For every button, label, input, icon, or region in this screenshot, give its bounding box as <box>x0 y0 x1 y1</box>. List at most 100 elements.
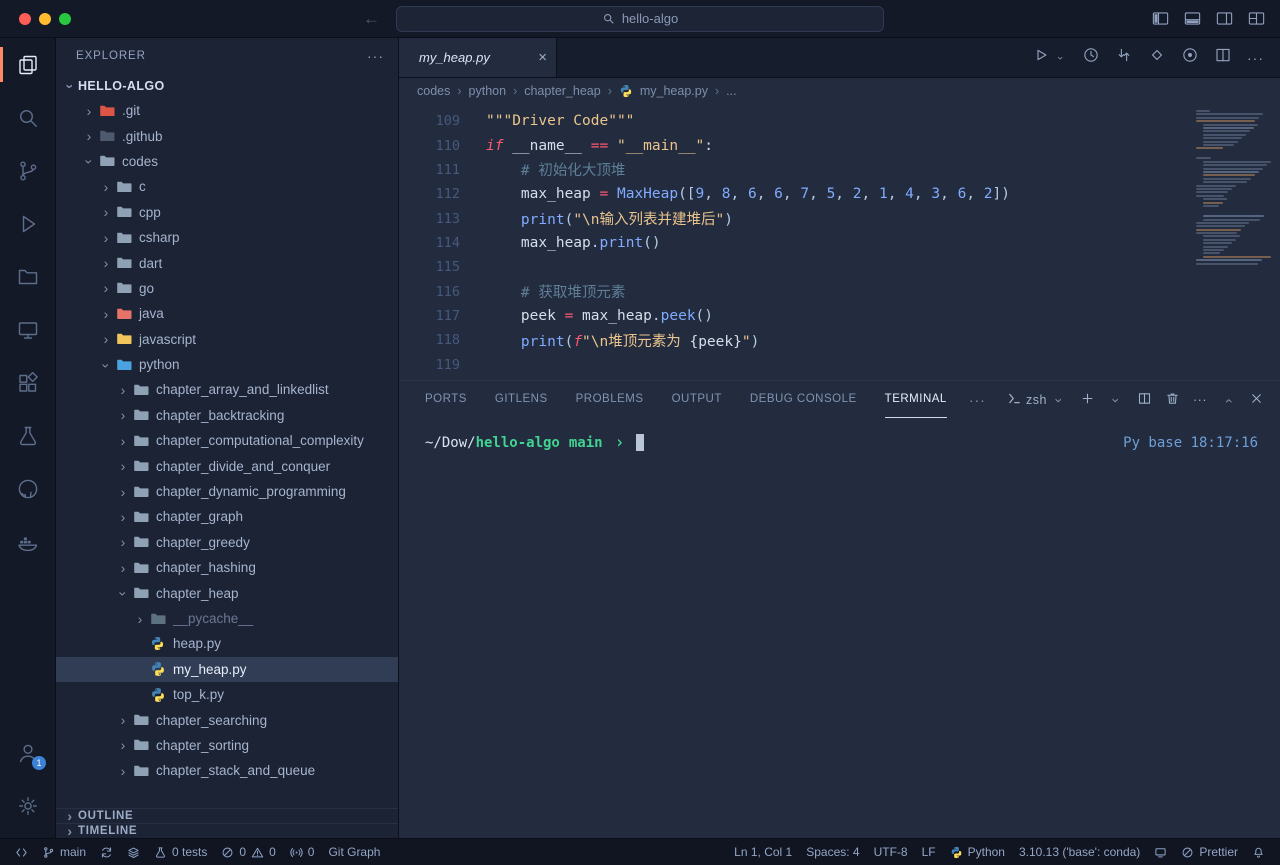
minimap[interactable] <box>1194 110 1268 266</box>
git-graph[interactable]: Git Graph <box>321 839 387 865</box>
code-line-119[interactable]: 119 <box>399 352 1280 376</box>
line-number[interactable]: 113 <box>399 211 460 227</box>
tree-item-javascript[interactable]: ›javascript <box>56 327 398 352</box>
activity-search-button[interactable] <box>0 91 56 144</box>
close-panel-button[interactable] <box>1249 391 1264 409</box>
new-terminal-button[interactable] <box>1080 391 1095 409</box>
tree-item-chapter_greedy[interactable]: ›chapter_greedy <box>56 530 398 555</box>
encoding[interactable]: UTF-8 <box>867 839 915 865</box>
notifications-bell[interactable] <box>1245 839 1272 865</box>
code-line-115[interactable]: 115 <box>399 255 1280 279</box>
line-number[interactable]: 116 <box>399 284 460 300</box>
eol[interactable]: LF <box>915 839 943 865</box>
line-number[interactable]: 114 <box>399 235 460 251</box>
project-root-folder[interactable]: › HELLO-ALGO <box>56 73 398 98</box>
problems-status[interactable]: 00 <box>214 839 282 865</box>
code-line-110[interactable]: 110if __name__ == "__main__": <box>399 133 1280 157</box>
panel-tab-terminal[interactable]: TERMINAL <box>885 381 947 418</box>
activity-settings-button[interactable] <box>0 779 56 832</box>
tree-item-heap.py[interactable]: heap.py <box>56 631 398 656</box>
split-editor-button[interactable] <box>1214 46 1232 69</box>
code-line-113[interactable]: 113 print("\n输入列表并建堆后") <box>399 206 1280 230</box>
panel-tab-ports[interactable]: PORTS <box>425 381 467 418</box>
tree-item-.github[interactable]: ›.github <box>56 123 398 148</box>
activity-extensions-button[interactable] <box>0 356 56 409</box>
activity-source-control-button[interactable] <box>0 144 56 197</box>
line-number[interactable]: 110 <box>399 138 460 154</box>
breadcrumb-item[interactable]: python <box>469 84 507 98</box>
terminal-more-actions-button[interactable]: ··· <box>1193 393 1207 407</box>
tree-item-.git[interactable]: ›.git <box>56 98 398 123</box>
close-tab-button[interactable]: × <box>538 49 547 66</box>
activity-docker-button[interactable] <box>0 515 56 568</box>
python-interpreter[interactable]: 3.10.13 ('base': conda) <box>1012 839 1147 865</box>
activity-accounts-button[interactable]: 1 <box>0 726 56 779</box>
git-branch[interactable]: main <box>35 839 93 865</box>
activity-github-button[interactable] <box>0 462 56 515</box>
toggle-secondary-sidebar-button[interactable] <box>1215 9 1234 28</box>
tree-item-top_k.py[interactable]: top_k.py <box>56 682 398 707</box>
panel-tab-gitlens[interactable]: GITLENS <box>495 381 548 418</box>
panel-tab-debug-console[interactable]: DEBUG CONSOLE <box>750 381 857 418</box>
explorer-more-actions-button[interactable]: ··· <box>367 48 384 64</box>
tree-item-c[interactable]: ›c <box>56 174 398 199</box>
line-number[interactable]: 117 <box>399 308 460 324</box>
panel-more-tabs-button[interactable]: ··· <box>969 381 986 418</box>
panel-tab-output[interactable]: OUTPUT <box>672 381 722 418</box>
activity-remote-explorer-button[interactable] <box>0 303 56 356</box>
run-interactive-button[interactable] <box>1181 46 1199 69</box>
tree-item-chapter_searching[interactable]: ›chapter_searching <box>56 707 398 732</box>
toggle-primary-sidebar-button[interactable] <box>1151 9 1170 28</box>
sidebar-section-timeline[interactable]: ›TIMELINE <box>56 823 398 838</box>
sidebar-section-outline[interactable]: ›OUTLINE <box>56 808 398 823</box>
maximize-panel-button[interactable]: › <box>1220 393 1236 407</box>
tree-item-codes[interactable]: ›codes <box>56 149 398 174</box>
tree-item-chapter_backtracking[interactable]: ›chapter_backtracking <box>56 403 398 428</box>
tree-item-chapter_array_and_linkedlist[interactable]: ›chapter_array_and_linkedlist <box>56 377 398 402</box>
tree-item-chapter_heap[interactable]: ›chapter_heap <box>56 580 398 605</box>
sync-changes[interactable] <box>93 839 120 865</box>
code-line-118[interactable]: 118 print(f"\n堆顶元素为 {peek}") <box>399 328 1280 352</box>
tree-item-cpp[interactable]: ›cpp <box>56 200 398 225</box>
minimize-window-button[interactable] <box>39 13 51 25</box>
line-number[interactable]: 118 <box>399 332 460 348</box>
indentation[interactable]: Spaces: 4 <box>799 839 866 865</box>
panel-tab-problems[interactable]: PROBLEMS <box>576 381 644 418</box>
code-line-109[interactable]: 109"""Driver Code""" <box>399 109 1280 133</box>
line-number[interactable]: 119 <box>399 357 460 373</box>
code-line-116[interactable]: 116 # 获取堆顶元素 <box>399 279 1280 303</box>
tree-item-chapter_sorting[interactable]: ›chapter_sorting <box>56 733 398 758</box>
run-python-file-button[interactable]: › <box>1032 46 1067 69</box>
tree-item-go[interactable]: ›go <box>56 276 398 301</box>
shell-select-button[interactable]: zsh› <box>1007 391 1067 409</box>
breadcrumb-item[interactable]: my_heap.py <box>640 84 708 98</box>
close-window-button[interactable] <box>19 13 31 25</box>
tree-item-csharp[interactable]: ›csharp <box>56 225 398 250</box>
launch-profile-button[interactable]: › <box>1108 393 1124 407</box>
activity-run-debug-button[interactable] <box>0 197 56 250</box>
file-history-button[interactable] <box>1082 46 1100 69</box>
line-number[interactable]: 111 <box>399 162 460 178</box>
breadcrumb-item[interactable]: ... <box>726 84 736 98</box>
code-line-117[interactable]: 117 peek = max_heap.peek() <box>399 304 1280 328</box>
tree-item-java[interactable]: ›java <box>56 301 398 326</box>
code-line-112[interactable]: 112 max_heap = MaxHeap([9, 8, 6, 6, 7, 5… <box>399 182 1280 206</box>
line-number[interactable]: 109 <box>399 113 460 129</box>
open-changes-button[interactable] <box>1115 46 1133 69</box>
navigate-back-button[interactable]: ← <box>363 9 380 29</box>
tree-item-python[interactable]: ›python <box>56 352 398 377</box>
tree-item-my_heap.py[interactable]: my_heap.py <box>56 657 398 682</box>
tests-status[interactable]: 0 tests <box>147 839 214 865</box>
tree-item-chapter_divide_and_conquer[interactable]: ›chapter_divide_and_conquer <box>56 453 398 478</box>
customize-layout-button[interactable] <box>1247 9 1266 28</box>
terminal[interactable]: ~/Dow/hello-algomain› Py base 18:17:16 <box>399 418 1280 838</box>
editor-tab-my-heap[interactable]: my_heap.py × <box>399 38 557 77</box>
code-line-114[interactable]: 114 max_heap.print() <box>399 231 1280 255</box>
line-number[interactable]: 112 <box>399 186 460 202</box>
screencast[interactable] <box>1147 839 1174 865</box>
tree-item-__pycache__[interactable]: ›__pycache__ <box>56 606 398 631</box>
language-mode[interactable]: Python <box>943 839 1012 865</box>
tree-item-dart[interactable]: ›dart <box>56 250 398 275</box>
code-line-111[interactable]: 111 # 初始化大顶堆 <box>399 158 1280 182</box>
remote-indicator[interactable] <box>8 839 35 865</box>
